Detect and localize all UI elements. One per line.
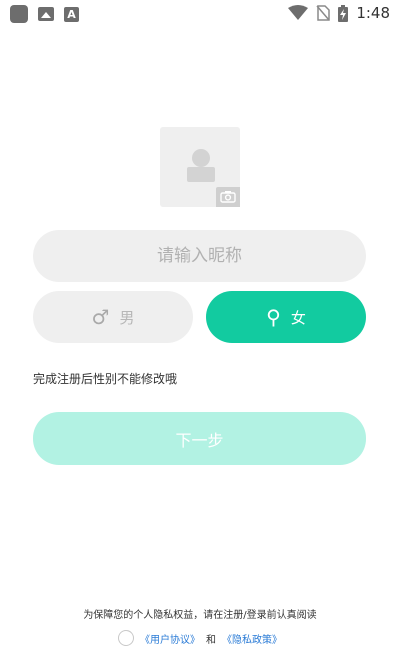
no-sim-icon <box>316 5 331 21</box>
gender-female-label: 女 <box>290 308 306 327</box>
nickname-field[interactable] <box>33 230 366 282</box>
image-notification-icon <box>38 7 54 21</box>
font-notification-icon: A <box>64 6 79 22</box>
avatar-body-icon <box>187 167 215 182</box>
app-notification-icon <box>10 5 28 23</box>
avatar-head-icon <box>192 149 210 167</box>
nickname-input[interactable] <box>67 245 332 267</box>
status-icons-left: A <box>10 5 79 23</box>
next-button[interactable]: 下一步 <box>33 412 366 465</box>
user-agreement-link[interactable]: 《用户协议》 <box>140 631 200 646</box>
camera-icon <box>220 191 236 203</box>
agreement-and-text: 和 <box>206 634 216 646</box>
gender-male-button[interactable]: ♂ 男 <box>33 291 193 343</box>
privacy-notice: 为保障您的个人隐私权益，请在注册/登录前认真阅读 <box>83 610 317 621</box>
privacy-policy-link[interactable]: 《隐私政策》 <box>222 631 282 646</box>
agree-checkbox[interactable] <box>118 630 134 646</box>
male-icon: ♂ <box>91 305 110 329</box>
wifi-icon <box>288 5 309 20</box>
gender-male-label: 男 <box>119 308 135 327</box>
status-bar: A 1:48 <box>0 0 400 28</box>
gender-female-button[interactable]: ⚲ 女 <box>206 291 366 343</box>
battery-charging-icon <box>338 4 349 22</box>
agreement-row: 《用户协议》 和 《隐私政策》 <box>0 630 400 646</box>
female-icon: ⚲ <box>266 305 281 329</box>
gender-tip: 完成注册后性别不能修改哦 <box>33 372 178 386</box>
camera-button[interactable] <box>216 187 240 207</box>
avatar-upload[interactable] <box>160 127 240 207</box>
status-icons-right: 1:48 <box>288 4 390 22</box>
status-time: 1:48 <box>356 4 390 22</box>
